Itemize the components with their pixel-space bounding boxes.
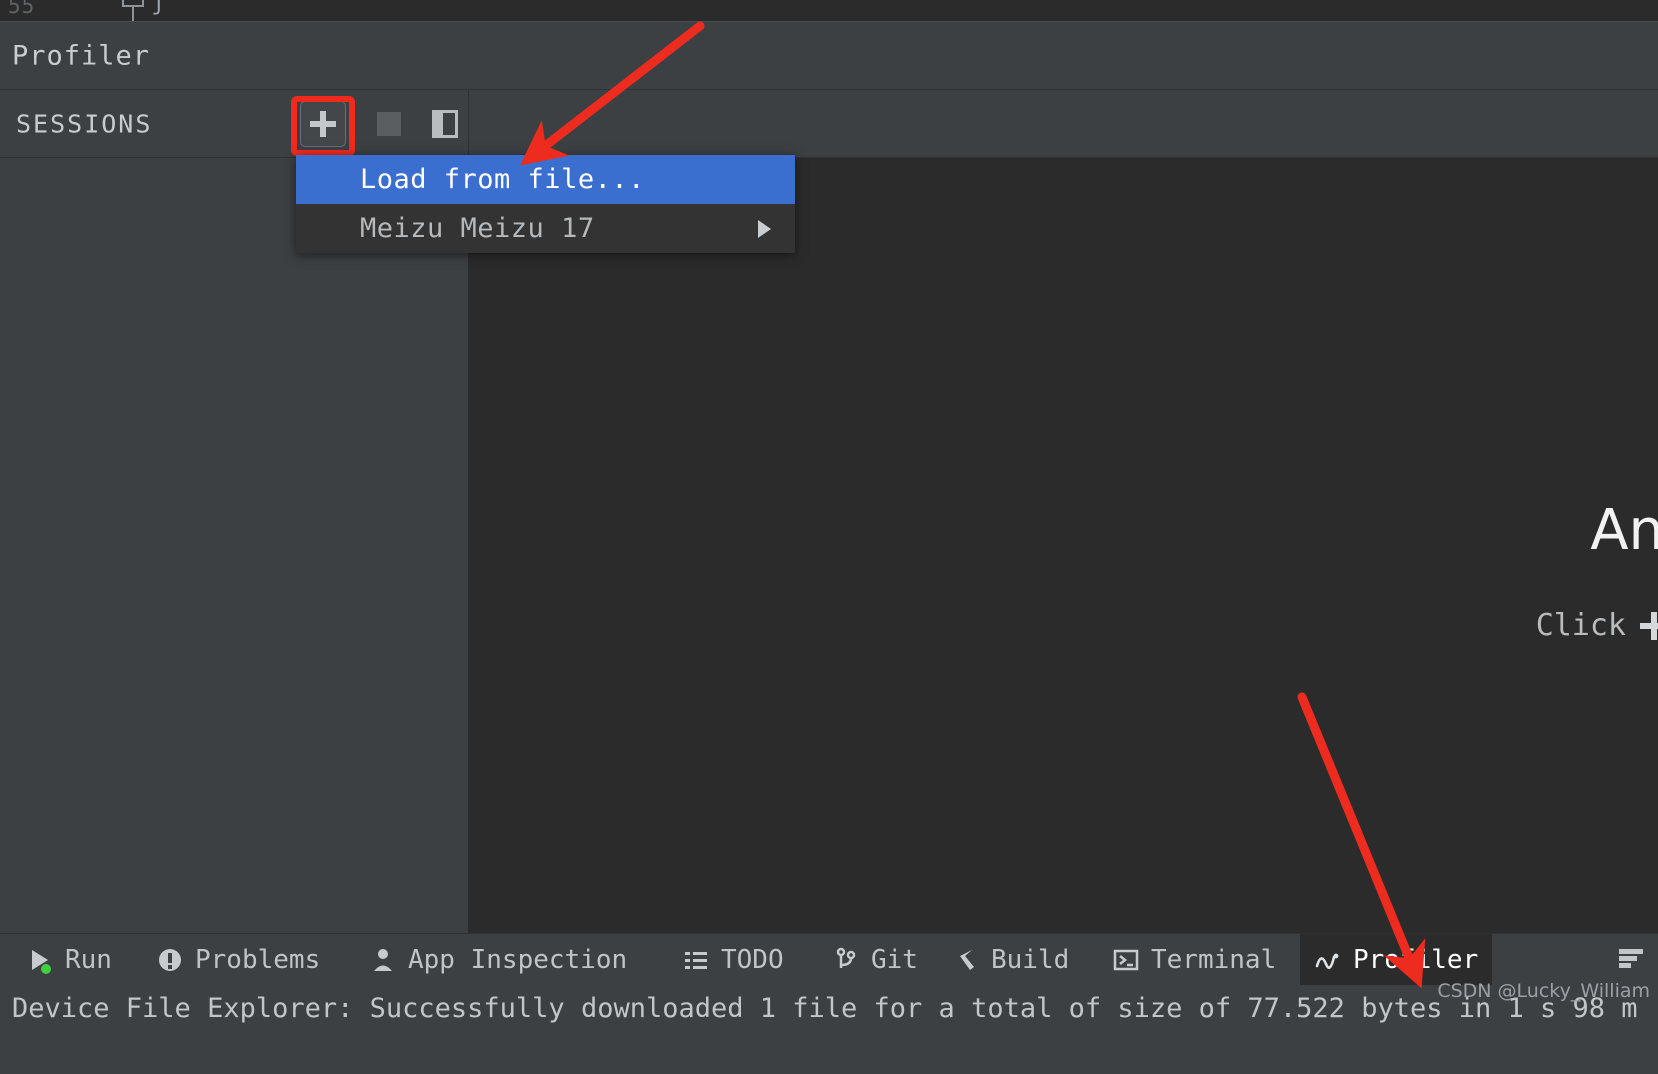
tab-label: Problems <box>195 945 321 975</box>
tab-label: Profiler <box>1353 945 1479 975</box>
tab-todo[interactable]: TODO <box>668 934 798 986</box>
app-inspection-icon <box>369 946 397 974</box>
tab-problems[interactable]: Problems <box>142 934 334 986</box>
tab-label: Build <box>991 945 1070 975</box>
tab-label: TODO <box>721 945 784 975</box>
tabbar-right-actions <box>1614 934 1648 986</box>
empty-state-heading: An <box>1590 498 1658 563</box>
watermark: CSDN @Lucky_William <box>1437 980 1650 1002</box>
menu-item-label: Meizu Meizu 17 <box>360 213 595 244</box>
empty-state-hint: Click <box>1536 608 1658 643</box>
stop-square-icon <box>377 111 401 136</box>
sessions-label: SESSIONS <box>16 109 153 138</box>
profiler-wave-icon <box>1314 946 1342 974</box>
tab-build[interactable]: Build <box>938 934 1083 986</box>
tab-run[interactable]: Run <box>12 934 126 986</box>
code-fold-icon[interactable] <box>122 0 144 21</box>
status-bar: Device File Explorer: Successfully downl… <box>0 985 1658 1074</box>
toggle-sessions-panel-button[interactable] <box>422 101 468 147</box>
build-hammer-icon <box>952 946 980 974</box>
tool-window-tabbar: Run Problems App Inspection TODO Git Bui… <box>0 933 1658 986</box>
tab-label: Terminal <box>1151 945 1277 975</box>
profiler-titlebar: Profiler <box>0 22 1658 90</box>
menu-item-meizu-device[interactable]: Meizu Meizu 17 <box>296 204 795 253</box>
tab-git[interactable]: Git <box>818 934 932 986</box>
editor-strip: 55 ʃ <box>0 0 1658 22</box>
layout-lines-icon[interactable] <box>1614 941 1648 979</box>
tab-terminal[interactable]: Terminal <box>1098 934 1290 986</box>
editor-line-number: 55 <box>8 0 36 18</box>
todo-list-icon <box>682 946 710 974</box>
lambda-marker-icon: ʃ <box>152 0 166 16</box>
stop-session-button[interactable] <box>366 101 412 147</box>
run-play-icon <box>26 946 54 974</box>
menu-item-label: Load from file... <box>360 164 645 195</box>
toolbar-divider <box>468 90 469 158</box>
add-session-menu[interactable]: Load from file... Meizu Meizu 17 <box>296 155 795 253</box>
plus-icon <box>1640 611 1658 640</box>
status-message: Device File Explorer: Successfully downl… <box>12 993 1638 1024</box>
tab-app-inspection[interactable]: App Inspection <box>355 934 641 986</box>
git-branch-icon <box>832 946 860 974</box>
chevron-right-icon <box>758 219 771 238</box>
tab-label: Run <box>65 945 112 975</box>
tab-label: App Inspection <box>408 945 628 975</box>
split-panel-icon <box>432 109 458 138</box>
sessions-list-panel <box>0 158 468 933</box>
menu-item-load-from-file[interactable]: Load from file... <box>296 155 795 204</box>
profiler-empty-state-panel: An Click <box>468 158 1658 933</box>
page-title: Profiler <box>12 40 151 71</box>
empty-state-hint-label: Click <box>1535 608 1626 643</box>
tab-profiler[interactable]: Profiler <box>1300 934 1493 986</box>
tab-label: Git <box>871 945 918 975</box>
problems-warning-icon <box>156 946 184 974</box>
annotation-highlight-box <box>291 96 355 156</box>
terminal-icon <box>1112 946 1140 974</box>
sessions-toolbar: SESSIONS <box>0 90 1658 158</box>
profiler-window: 55 ʃ Profiler SESSIONS An Click Load fro… <box>0 0 1658 1074</box>
